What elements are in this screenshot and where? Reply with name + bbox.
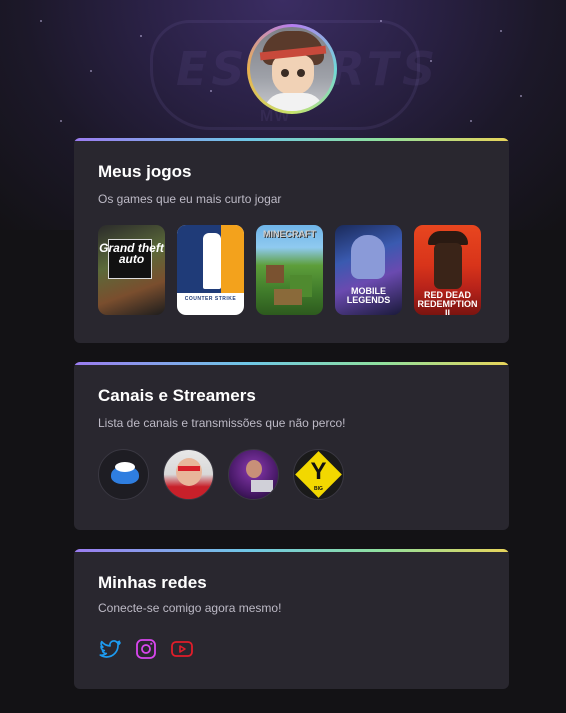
streamer-avatar-winged-logo[interactable] xyxy=(98,449,149,500)
social-card-subtitle: Conecte-se comigo agora mesmo! xyxy=(98,601,282,615)
social-card-title: Minhas redes xyxy=(98,573,207,592)
streamer-photo xyxy=(246,460,262,478)
twitter-icon xyxy=(99,640,121,658)
streamer-photo xyxy=(178,466,200,471)
streams-card-title: Canais e Streamers xyxy=(98,386,256,405)
star-decoration xyxy=(430,60,432,62)
game-cover-art xyxy=(274,289,302,305)
streamer-avatar-red-glasses[interactable] xyxy=(163,449,214,500)
star-decoration xyxy=(40,20,42,22)
youtube-link[interactable] xyxy=(170,637,194,661)
streamer-avatar-dj[interactable] xyxy=(228,449,279,500)
profile-avatar[interactable] xyxy=(247,24,337,114)
game-cover-minecraft[interactable]: MINECRAFT xyxy=(256,225,323,315)
star-decoration xyxy=(210,90,212,92)
game-cover-gta-v[interactable]: Grand theft auto xyxy=(98,225,165,315)
game-cover-title: COUNTER STRIKE xyxy=(184,296,237,302)
streams-card-subtitle: Lista de canais e transmissões que não p… xyxy=(98,416,346,430)
star-decoration xyxy=(60,120,62,122)
youtube-icon xyxy=(171,641,193,657)
star-decoration xyxy=(90,70,92,72)
avatar-face xyxy=(272,55,314,95)
social-card: Minhas redes Conecte-se comigo agora mes… xyxy=(74,549,509,689)
star-decoration xyxy=(500,30,502,32)
soldier-silhouette-icon xyxy=(203,233,221,289)
game-cover-red-dead-redemption-2[interactable]: RED DEAD REDEMPTION II xyxy=(414,225,481,315)
game-cover-title: RED DEAD REDEMPTION II xyxy=(417,290,478,316)
game-cover-title: Grand theft auto xyxy=(99,241,164,266)
anime-avatar-portrait xyxy=(250,27,334,111)
star-decoration xyxy=(140,35,142,37)
streamer-logo-letter: Y xyxy=(310,458,327,485)
game-cover-counter-strike[interactable]: COUNTER STRIKE xyxy=(177,225,244,315)
games-list: Grand theft auto COUNTER STRIKE MINECRAF… xyxy=(98,225,481,315)
game-cover-mobile-legends[interactable]: MOBILE LEGENDS xyxy=(335,225,402,315)
games-card-subtitle: Os games que eu mais curto jogar xyxy=(98,192,282,206)
streamers-list: Y BIG xyxy=(98,449,344,500)
streams-card: Canais e Streamers Lista de canais e tra… xyxy=(74,362,509,530)
winged-logo-icon xyxy=(115,462,135,472)
streamer-photo xyxy=(176,458,202,486)
game-cover-art xyxy=(351,235,385,279)
avatar-eye xyxy=(281,69,289,77)
game-cover-title: MINECRAFT xyxy=(263,229,316,239)
streamer-photo xyxy=(251,480,273,492)
streamer-logo-sub: BIG xyxy=(314,486,323,492)
star-decoration xyxy=(520,95,522,97)
avatar-body xyxy=(264,93,324,111)
game-cover-art xyxy=(266,265,284,283)
game-cover-art xyxy=(434,243,462,289)
instagram-link[interactable] xyxy=(134,637,158,661)
streamer-avatar-y-logo[interactable]: Y BIG xyxy=(293,449,344,500)
twitter-link[interactable] xyxy=(98,637,122,661)
avatar-eye xyxy=(297,69,305,77)
game-cover-art xyxy=(221,225,244,293)
games-card-title: Meus jogos xyxy=(98,162,192,181)
games-card: Meus jogos Os games que eu mais curto jo… xyxy=(74,138,509,343)
star-decoration xyxy=(470,120,472,122)
star-decoration xyxy=(380,20,382,22)
social-links xyxy=(98,637,194,661)
instagram-icon xyxy=(136,639,156,659)
game-cover-title: MOBILE LEGENDS xyxy=(346,286,391,305)
